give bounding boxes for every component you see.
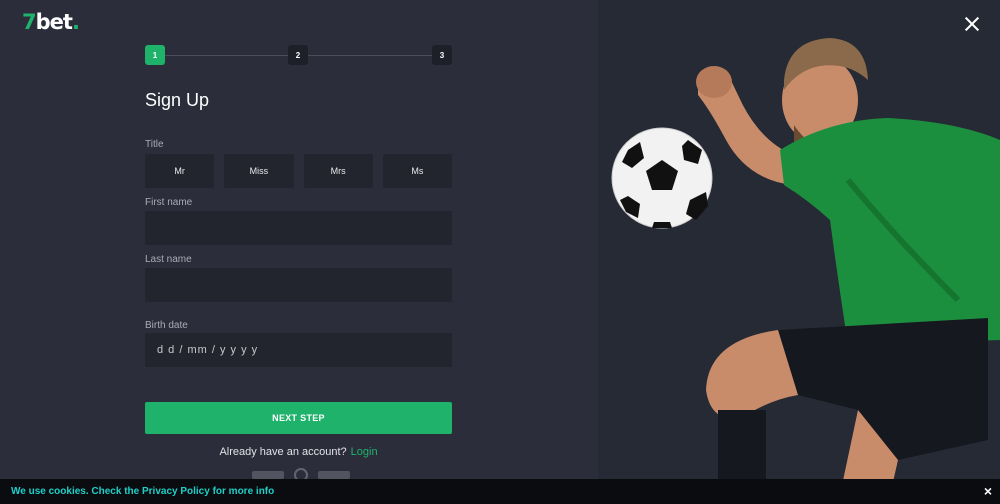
next-step-button[interactable]: NEXT STEP [145, 402, 452, 434]
first-name-label: First name [145, 197, 193, 208]
brand-logo[interactable]: 7bet. [22, 10, 80, 34]
first-name-field[interactable] [145, 211, 452, 245]
cookie-close-icon[interactable]: × [984, 483, 992, 499]
cookie-text[interactable]: We use cookies. Check the Privacy Policy… [11, 486, 274, 497]
birth-date-label: Birth date [145, 320, 188, 331]
promo-image-panel [598, 0, 1000, 504]
player-figure [696, 38, 1000, 504]
football-player-image [611, 38, 1000, 504]
cookie-banner: We use cookies. Check the Privacy Policy… [0, 479, 1000, 504]
title-label: Title [145, 139, 164, 150]
title-option-mr[interactable]: Mr [145, 154, 215, 188]
title-options: Mr Miss Mrs Ms [145, 154, 452, 188]
title-option-miss[interactable]: Miss [224, 154, 294, 188]
login-link[interactable]: Login [351, 446, 378, 458]
close-icon[interactable] [962, 14, 982, 34]
regulator-logo-icon [318, 471, 350, 479]
last-name-label: Last name [145, 254, 192, 265]
login-prompt: Already have an account? Login [145, 446, 452, 458]
account-prompt-text: Already have an account? [219, 446, 347, 458]
step-3: 3 [432, 45, 452, 65]
last-name-field[interactable] [145, 268, 452, 302]
step-connector [165, 55, 290, 56]
license-logo-icon [252, 471, 284, 479]
step-1: 1 [145, 45, 165, 65]
birth-date-field[interactable]: d d / mm / y y y y [145, 333, 452, 367]
signup-stepper: 1 2 3 [145, 45, 452, 65]
step-2: 2 [288, 45, 308, 65]
title-option-mrs[interactable]: Mrs [303, 154, 373, 188]
signup-panel: 7bet. 1 2 3 Sign Up Title Mr Miss Mrs Ms… [0, 0, 598, 504]
soccer-ball-icon [611, 127, 713, 229]
step-connector [308, 55, 432, 56]
title-option-ms[interactable]: Ms [382, 154, 452, 188]
page-title: Sign Up [145, 90, 210, 110]
